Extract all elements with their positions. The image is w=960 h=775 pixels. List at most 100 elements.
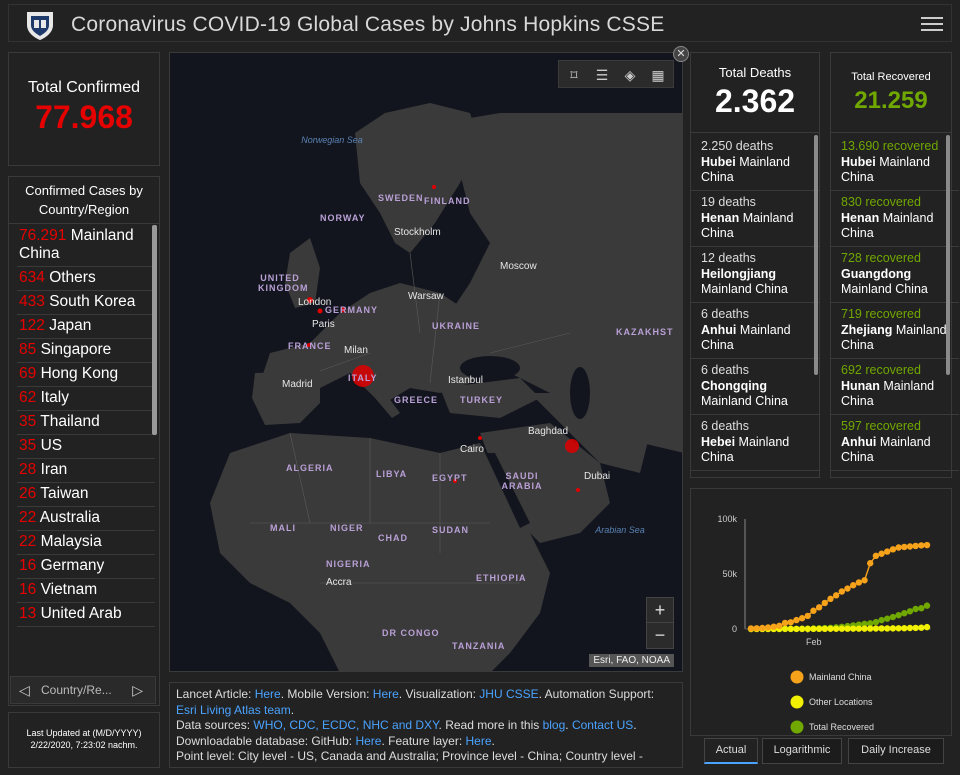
data-point [781, 619, 789, 627]
data-sources-link[interactable]: WHO, CDC, ECDC, NHC and DXY [253, 718, 438, 732]
country-label: GREECE [394, 395, 439, 405]
data-point [912, 605, 919, 613]
blog-link[interactable]: blog [543, 718, 566, 732]
country-count: 22 [19, 533, 37, 550]
country-label: ETHIOPIA [476, 573, 527, 583]
recovered-row[interactable]: 13.690 recovered Hubei Mainland China [831, 135, 959, 191]
country-label: KAZAKHST [616, 327, 674, 337]
country-name: Iran [40, 461, 68, 478]
legend-swatch [790, 670, 804, 684]
data-point [787, 619, 794, 626]
province-name: Hubei [701, 154, 736, 169]
country-row[interactable]: 28 Iran [17, 459, 155, 483]
data-point [861, 577, 868, 584]
country-row[interactable]: 16 Vietnam [17, 579, 155, 603]
info-text: Downloadable database: GitHub: [176, 733, 356, 748]
lancet-link[interactable]: Here [255, 687, 281, 701]
total-confirmed-value: 77.968 [35, 99, 133, 135]
country-row[interactable]: 433 South Korea [17, 291, 155, 315]
recovered-count: 13.690 recovered [841, 139, 939, 153]
country-row[interactable]: 122 Japan [17, 315, 155, 339]
data-point [867, 625, 874, 632]
close-icon[interactable]: ✕ [673, 46, 689, 62]
country-list-panel: Confirmed Cases by Country/Region 76.291… [8, 176, 160, 706]
contact-link[interactable]: Contact US [572, 718, 633, 732]
pager-prev-icon[interactable]: ◁ [19, 682, 30, 699]
deaths-row[interactable]: 12 deaths Heilongjiang Mainland China [691, 247, 819, 303]
deaths-count: 6 deaths [701, 307, 749, 321]
deaths-row[interactable]: 6 deaths Anhui Mainland China [691, 303, 819, 359]
country-list-header: Confirmed Cases by Country/Region [9, 177, 159, 224]
deaths-row[interactable]: 19 deaths Henan Mainland China [691, 191, 819, 247]
recovered-row[interactable]: 728 recovered Guangdong Mainland China [831, 247, 959, 303]
data-point [747, 625, 755, 632]
total-recovered-panel: Total Recovered 21.259 13.690 recovered H… [830, 52, 959, 478]
viz-link[interactable]: JHU CSSE [479, 687, 538, 701]
country-name: Japan [49, 317, 92, 334]
deaths-scrollbar[interactable] [814, 135, 818, 375]
bookmark-icon[interactable]: ⌑ [565, 66, 583, 84]
recovered-count: 597 recovered [841, 419, 921, 433]
data-point [798, 625, 806, 633]
country-list[interactable]: 76.291 Mainland China 634 Others 433 South… [17, 225, 163, 679]
country-list-scrollbar[interactable] [152, 225, 157, 435]
info-panel: Lancet Article: Here. Mobile Version: He… [169, 682, 683, 768]
data-point [878, 625, 885, 632]
info-text: . [290, 702, 295, 717]
info-text: . [565, 718, 572, 732]
y-tick-label: 0 [732, 624, 737, 634]
feature-layer-link[interactable]: Here [466, 734, 492, 748]
country-row[interactable]: 76.291 Mainland China [17, 225, 155, 267]
country-label: LIBYA [376, 469, 408, 479]
country-row[interactable]: 85 Singapore [17, 339, 155, 363]
city-label: Milan [344, 345, 368, 356]
country-row[interactable]: 69 Hong Kong [17, 363, 155, 387]
country-row[interactable]: 16 Germany [17, 555, 155, 579]
data-point [804, 625, 811, 633]
country-row[interactable]: 13 United Arab [17, 603, 155, 627]
info-text: . Mobile Version: [280, 687, 373, 701]
recovered-scrollbar[interactable] [946, 135, 950, 375]
data-point [884, 615, 891, 622]
country-row[interactable]: 35 Thailand [17, 411, 155, 435]
recovered-row[interactable]: 597 recovered Anhui Mainland China [831, 415, 959, 471]
country-row[interactable]: 22 Malaysia [17, 531, 155, 555]
mobile-link[interactable]: Here [373, 687, 399, 701]
tab-logarithmic[interactable]: Logarithmic [762, 738, 842, 764]
data-point [838, 588, 846, 595]
country-row[interactable]: 22 Australia [17, 507, 155, 531]
zoom-out-button[interactable]: − [647, 623, 673, 648]
recovered-row[interactable]: 719 recovered Zhejiang Mainland China [831, 303, 959, 359]
data-point [912, 624, 919, 632]
recovered-list[interactable]: 13.690 recovered Hubei Mainland China 830 … [831, 135, 959, 475]
recovered-row[interactable]: 692 recovered Hunan Mainland China [831, 359, 959, 415]
automation-link[interactable]: Esri Living Atlas team [176, 703, 291, 717]
zoom-in-button[interactable]: + [647, 598, 673, 623]
data-point [764, 624, 772, 631]
pager-next-icon[interactable]: ▷ [132, 682, 143, 699]
country-count: 122 [19, 317, 45, 334]
country-name: Vietnam [40, 581, 98, 598]
data-point [923, 623, 931, 631]
deaths-row[interactable]: 6 deaths Chongqing Mainland China [691, 359, 819, 415]
region-name: Mainland China [701, 282, 788, 296]
github-link[interactable]: Here [355, 734, 381, 748]
legend-list-icon[interactable]: ☰ [593, 66, 611, 84]
country-row[interactable]: 35 US [17, 435, 155, 459]
menu-icon[interactable] [921, 13, 943, 33]
tab-daily-increase[interactable]: Daily Increase [848, 738, 944, 764]
city-label: Madrid [282, 379, 313, 390]
layers-icon[interactable]: ◈ [621, 66, 639, 84]
country-row[interactable]: 26 Taiwan [17, 483, 155, 507]
map-view[interactable]: SWEDEN FINLAND NORWAY UNITED KINGDOM GERMANY… [169, 52, 683, 672]
data-point [906, 608, 914, 615]
deaths-row[interactable]: 2.250 deaths Hubei Mainland China [691, 135, 819, 191]
tab-actual[interactable]: Actual [704, 738, 758, 764]
country-row[interactable]: 62 Italy [17, 387, 155, 411]
deaths-list[interactable]: 2.250 deaths Hubei Mainland China 19 death… [691, 135, 819, 475]
basemap-gallery-icon[interactable]: ▦ [649, 66, 667, 84]
recovered-row[interactable]: 830 recovered Henan Mainland China [831, 191, 959, 247]
deaths-row[interactable]: 6 deaths Hebei Mainland China [691, 415, 819, 471]
info-text: . Read more in this [438, 718, 543, 732]
country-row[interactable]: 634 Others [17, 267, 155, 291]
